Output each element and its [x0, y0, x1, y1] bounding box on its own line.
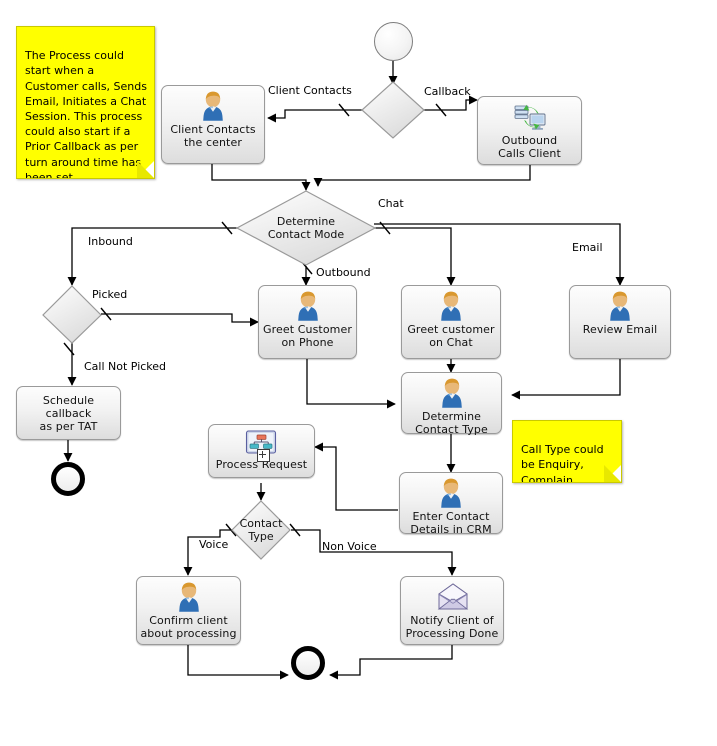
org-chart-icon: [245, 430, 279, 462]
gateway-contact-type[interactable]: Contact Type: [231, 500, 291, 560]
user-icon: [434, 291, 468, 321]
task-outbound-calls-client[interactable]: Outbound Calls Client: [477, 96, 582, 165]
note-call-type-text: Call Type could be Enquiry, Complain, Ap…: [521, 443, 604, 483]
user-icon: [603, 291, 637, 321]
user-icon: [291, 291, 325, 321]
task-greet-customer-phone[interactable]: Greet Customer on Phone: [258, 285, 357, 359]
end-event-final[interactable]: [291, 646, 325, 680]
task-label: Confirm client about processing: [140, 614, 237, 640]
task-label: Determine Contact Type: [415, 410, 488, 436]
task-label: Client Contacts the center: [170, 123, 256, 149]
edge-label-picked: Picked: [92, 288, 128, 301]
task-label: Greet customer on Chat: [407, 323, 495, 349]
task-label: Outbound Calls Client: [498, 134, 561, 160]
edge-label-non-voice: Non Voice: [322, 540, 377, 553]
edge-label-outbound: Outbound: [316, 266, 371, 279]
task-determine-contact-type[interactable]: Determine Contact Type: [401, 372, 502, 436]
user-icon: [435, 378, 469, 408]
task-label: Enter Contact Details in CRM: [410, 510, 492, 536]
user-icon: [172, 582, 206, 612]
edge-label-callback: Callback: [424, 85, 471, 98]
note-call-type: Call Type could be Enquiry, Complain, Ap…: [512, 420, 622, 483]
user-icon: [434, 478, 468, 508]
edge-label-inbound: Inbound: [88, 235, 133, 248]
diagram-canvas: The Process could start when a Customer …: [0, 0, 717, 746]
edge-label-call-not-picked: Call Not Picked: [84, 360, 167, 373]
gateway-contact-origin-label: [361, 81, 425, 139]
note-fold-shadow-icon: [137, 161, 154, 178]
start-event[interactable]: [374, 22, 413, 61]
gateway-determine-contact-mode-label: Determine Contact Mode: [267, 215, 345, 241]
envelope-icon: [435, 582, 469, 612]
task-client-contacts-center[interactable]: Client Contacts the center: [161, 85, 265, 164]
gateway-contact-type-label: Contact Type: [239, 517, 283, 543]
note-fold-shadow-icon: [604, 465, 621, 482]
task-enter-contact-details[interactable]: Enter Contact Details in CRM: [399, 472, 503, 536]
user-icon: [196, 91, 230, 121]
task-label: Notify Client of Processing Done: [405, 614, 499, 640]
server-sync-icon: [513, 102, 547, 132]
gateway-contact-origin[interactable]: [361, 81, 425, 139]
task-process-request[interactable]: Process Request: [208, 424, 315, 478]
edge-label-chat: Chat: [378, 197, 404, 210]
end-event-callback[interactable]: [51, 462, 85, 496]
task-schedule-callback[interactable]: Schedule callback as per TAT: [16, 386, 121, 440]
gateway-determine-contact-mode[interactable]: Determine Contact Mode: [236, 190, 376, 266]
task-confirm-client[interactable]: Confirm client about processing: [136, 576, 241, 645]
task-label: Greet Customer on Phone: [263, 323, 352, 349]
note-process-start: The Process could start when a Customer …: [16, 26, 155, 179]
task-label: Review Email: [582, 323, 658, 336]
edge-label-voice: Voice: [199, 538, 229, 551]
task-notify-client[interactable]: Notify Client of Processing Done: [400, 576, 504, 645]
edge-label-client-contacts: Client Contacts: [268, 84, 352, 97]
task-review-email[interactable]: Review Email: [569, 285, 671, 359]
subprocess-expand-icon[interactable]: [256, 449, 270, 462]
task-label: Schedule callback as per TAT: [39, 393, 98, 433]
note-process-start-text: The Process could start when a Customer …: [25, 49, 147, 179]
task-greet-customer-chat[interactable]: Greet customer on Chat: [401, 285, 501, 359]
edge-label-email: Email: [572, 241, 603, 254]
